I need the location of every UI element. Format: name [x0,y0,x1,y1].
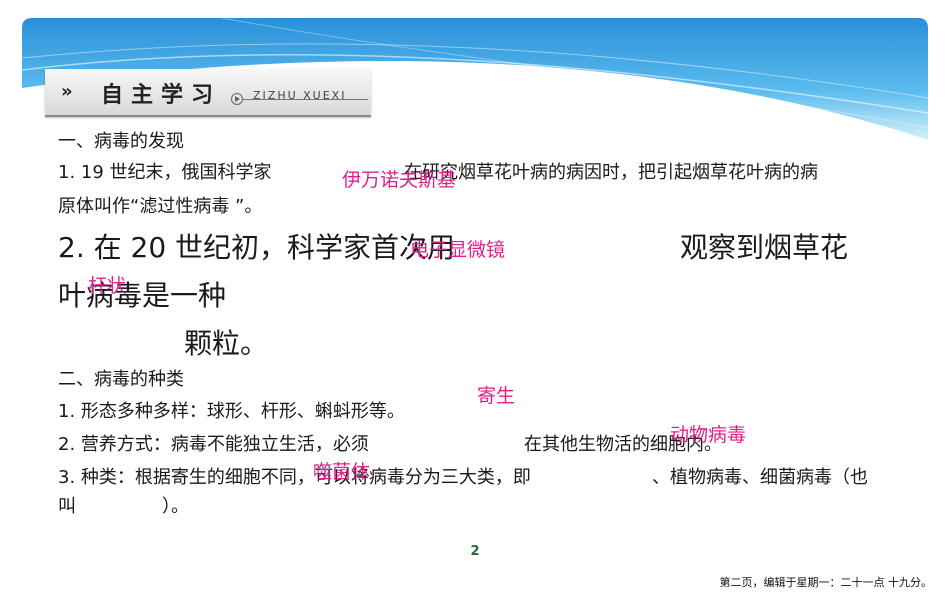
section2-heading: 二、病毒的种类 [58,369,184,390]
q1-line1-a: 1. 19 世纪末，俄国科学家 [58,162,272,183]
q2-line3: 颗粒。 [184,327,269,360]
answer-animal-virus: 动物病毒 [670,424,747,446]
page-number: 2 [470,544,480,559]
answer-bacteriophage: 噬菌体 [313,461,371,483]
header-title: 自主学习 [101,83,222,108]
answer-ivanovsky: 伊万诺夫斯基 [342,169,457,191]
s2-q3-b: 、植物病毒、细菌病毒（也 [652,467,868,488]
s2-q3-line2-a: 叫 [58,496,76,517]
q1-line1-b: 在研究烟草花叶病的病因时，把引起烟草花叶病的病 [404,162,818,183]
s2-q3-a: 3. 种类：根据寄生的细胞不同，可以将病毒分为三大类，即 [58,467,531,488]
answer-electron-microscope: 电子显微镜 [410,239,506,261]
answer-parasitic: 寄生 [477,385,516,407]
q2-line1-a: 2. 在 20 世纪初，科学家首次用 [58,231,456,264]
footer-timestamp: 第二页，编辑于星期一：二十一点 十九分。 [719,576,933,589]
section1-heading: 一、病毒的发现 [58,131,184,152]
q1-line2: 原体叫作“滤过性病毒 ”。 [58,196,263,217]
s2-q2-a: 2. 营养方式：病毒不能独立生活，必须 [58,434,369,455]
header-subtitle: ZIZHU XUEXI [253,89,347,102]
q2-line1-b: 观察到烟草花 [680,231,849,264]
s2-q3-line2-b: ）。 [162,496,189,517]
section-header: » 自主学习 ZIZHU XUEXI [45,69,371,117]
chevron-icon: » [61,81,73,102]
answer-rod-shaped: 杆状 [88,275,127,297]
s2-q1: 1. 形态多种多样：球形、杆形、蝌蚪形等。 [58,401,405,422]
q2-line2: 叶病毒是一种 [58,279,227,312]
